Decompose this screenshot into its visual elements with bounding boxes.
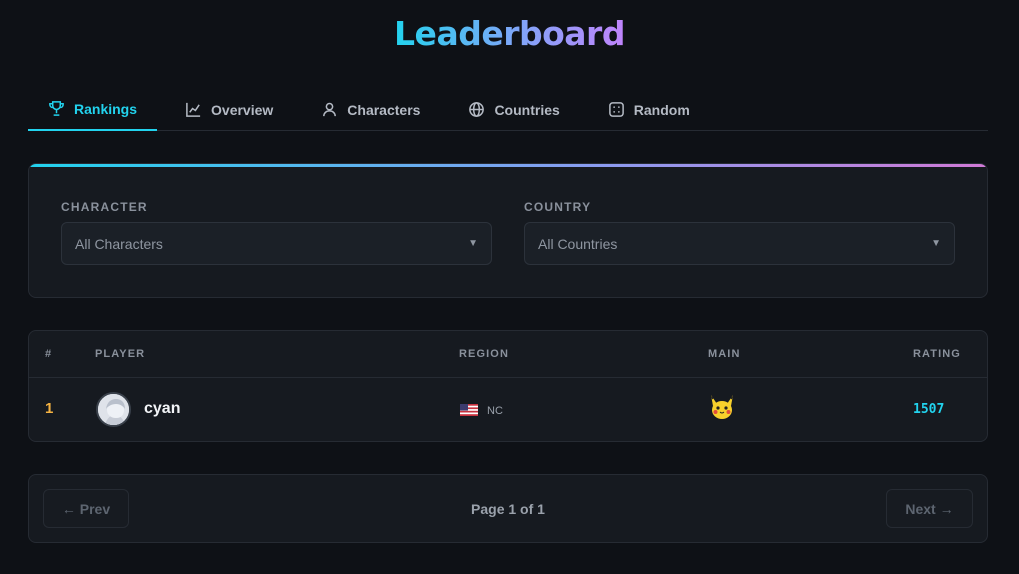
tab-random[interactable]: Random	[588, 88, 710, 131]
line-chart-icon	[186, 102, 201, 117]
tab-label: Countries	[494, 101, 560, 118]
tab-bar: Rankings Overview Characters Countries R…	[28, 88, 988, 131]
character-select[interactable]: All Characters ▼	[61, 222, 492, 265]
filter-panel: CHARACTER All Characters ▼ COUNTRY All C…	[28, 163, 988, 298]
character-filter: CHARACTER All Characters ▼	[61, 200, 492, 265]
globe-icon	[469, 102, 485, 117]
column-header-rating[interactable]: RATING	[913, 348, 961, 360]
leaderboard-table: # PLAYER REGION MAIN RATING 1 cyan NC 15…	[28, 330, 988, 442]
trophy-icon	[49, 101, 64, 116]
page-info: Page 1 of 1	[471, 501, 545, 517]
tab-characters[interactable]: Characters	[301, 88, 440, 131]
character-select-value: All Characters	[75, 235, 163, 252]
column-header-main[interactable]: MAIN	[708, 348, 741, 360]
country-filter-label: COUNTRY	[524, 200, 592, 214]
tab-countries[interactable]: Countries	[448, 88, 579, 131]
us-flag-icon	[460, 404, 478, 416]
next-page-button[interactable]: Next →	[886, 489, 973, 528]
player-rating: 1507	[913, 402, 945, 417]
column-header-player[interactable]: PLAYER	[95, 348, 145, 360]
country-select-value: All Countries	[538, 235, 618, 252]
tab-label: Rankings	[74, 100, 138, 117]
character-filter-label: CHARACTER	[61, 200, 148, 214]
pagination: ← Prev Page 1 of 1 Next →	[28, 474, 988, 543]
player-region: NC	[487, 405, 503, 417]
country-filter: COUNTRY All Countries ▼	[524, 200, 955, 265]
country-select[interactable]: All Countries ▼	[524, 222, 955, 265]
column-header-rank: #	[45, 348, 53, 360]
player-rank: 1	[45, 400, 54, 417]
table-row[interactable]: 1 cyan NC 1507	[29, 378, 987, 441]
pikachu-icon	[711, 395, 733, 419]
page-title: Leaderboard	[394, 14, 625, 53]
user-icon	[323, 102, 337, 117]
caret-down-icon: ▼	[931, 238, 941, 249]
tab-label: Characters	[347, 101, 421, 118]
tab-label: Overview	[211, 101, 274, 118]
tab-overview[interactable]: Overview	[165, 88, 293, 131]
tab-label: Random	[633, 101, 690, 118]
player-name[interactable]: cyan	[144, 400, 180, 418]
tab-rankings[interactable]: Rankings	[28, 88, 158, 131]
gradient-accent-bar	[29, 164, 987, 167]
avatar[interactable]	[96, 392, 131, 427]
column-header-region[interactable]: REGION	[459, 348, 509, 360]
table-header: # PLAYER REGION MAIN RATING	[29, 331, 987, 378]
caret-down-icon: ▼	[468, 238, 478, 249]
dice-icon	[608, 102, 624, 117]
